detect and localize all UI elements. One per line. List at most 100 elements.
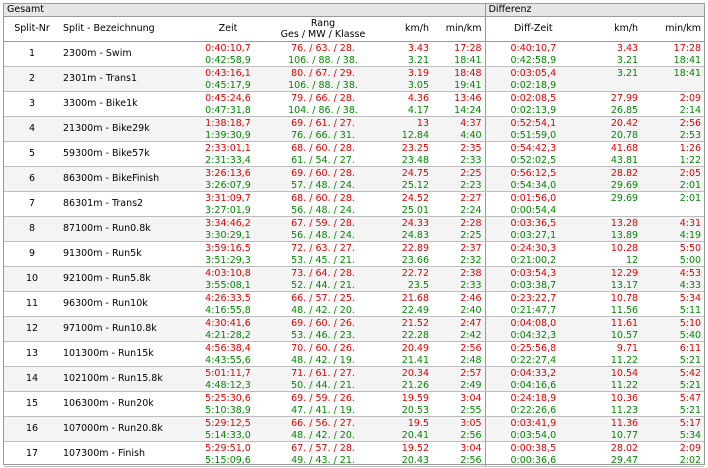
- diff-minkm-cell-second: 1:22: [679, 154, 702, 166]
- rang-cell-second: 76. / 66. / 31.: [291, 129, 355, 141]
- diff-zeit-cell-second: 0:03:27,1: [510, 229, 557, 241]
- diff-kmh-cell-first: 10.28: [610, 243, 639, 254]
- minkm-cell-second: 2:33: [460, 279, 482, 291]
- col-split-nr: Split-Nr: [4, 16, 60, 42]
- diff-minkm-cell: 5:10 5:40: [641, 316, 705, 342]
- rang-cell: 72. / 63. / 27. 53. / 45. / 21.: [264, 241, 382, 267]
- diff-zeit-cell: 0:24:30,3 0:21:00,2: [484, 241, 582, 267]
- diff-minkm-cell-first: 2:56: [679, 118, 702, 129]
- split-name-cell: 107300m - Finish: [60, 441, 192, 467]
- split-nr-cell: 13: [4, 341, 60, 367]
- diff-kmh-cell-second: 26.85: [610, 104, 639, 116]
- rang-cell-second: 104. / 86. / 38.: [288, 104, 358, 116]
- split-nr-cell: 3: [4, 91, 60, 117]
- col-rang-line1: Rang: [310, 17, 336, 29]
- split-nr-cell: 4: [4, 116, 60, 142]
- zeit-cell: 3:26:13,6 3:26:07,9: [192, 166, 264, 192]
- kmh-cell-second: 12.84: [401, 129, 429, 141]
- diff-minkm-cell: 1:26 1:22: [641, 141, 705, 167]
- split-name-cell: 92100m - Run5.8k: [60, 266, 192, 292]
- minkm-cell: 2:37 2:32: [432, 241, 486, 267]
- kmh-cell-first: 24.33: [401, 218, 429, 229]
- diff-kmh-cell-first: 11.36: [610, 418, 639, 429]
- diff-zeit-cell-second: 0:02:13,9: [510, 104, 557, 116]
- minkm-cell-first: 2:35: [460, 143, 482, 154]
- diff-kmh-cell-first: 3.43: [616, 43, 639, 54]
- minkm-cell-first: 13:46: [454, 93, 482, 104]
- rang-cell: 69. / 61. / 27. 76. / 66. / 31.: [264, 116, 382, 142]
- minkm-cell-first: 2:25: [460, 168, 482, 179]
- diff-minkm-cell-first: 2:09: [679, 443, 702, 454]
- kmh-cell-first: 3.43: [407, 43, 429, 54]
- diff-minkm-cell-second: 5:00: [679, 254, 702, 266]
- diff-kmh-cell: 27.99 26.85: [581, 91, 642, 117]
- table-row: 1 2300m - Swim 0:40:10,7 0:42:58,9 76. / 63.…: [4, 41, 705, 67]
- diff-minkm-cell-second: 4:19: [679, 229, 702, 241]
- kmh-cell-second: 21.26: [401, 379, 429, 391]
- minkm-cell: 2:28 2:25: [432, 216, 486, 242]
- diff-minkm-cell-first: 6:11: [679, 343, 702, 354]
- zeit-cell: 4:26:33,5 4:16:55,8: [192, 291, 264, 317]
- zeit-cell-first: 1:38:18,7: [205, 118, 251, 129]
- table-row: 8 87100m - Run0.8k 3:34:46,2 3:30:29,1 67. /…: [4, 216, 705, 242]
- minkm-cell-first: 2:37: [460, 243, 482, 254]
- kmh-cell: 24.52 25.01: [382, 191, 432, 217]
- diff-zeit-cell-first: 0:03:54,3: [510, 268, 557, 279]
- diff-kmh-cell-second: 13.89: [610, 229, 639, 241]
- diff-kmh-cell: 10.36 11.23: [581, 391, 642, 417]
- diff-zeit-cell-second: 0:02:18,9: [510, 79, 557, 91]
- kmh-cell: 24.75 25.12: [382, 166, 432, 192]
- col-split-name: Split - Bezeichnung: [60, 16, 192, 42]
- diff-zeit-cell-second: 0:42:58,9: [510, 54, 557, 66]
- zeit-cell-second: 4:21:28,2: [205, 329, 251, 341]
- zeit-cell-first: 0:40:10,7: [205, 43, 251, 54]
- table-row: 17 107300m - Finish 5:29:51,0 5:15:09,6 67. …: [4, 441, 705, 467]
- kmh-cell: 3.19 3.05: [382, 66, 432, 92]
- kmh-cell-second: 25.01: [401, 204, 429, 216]
- kmh-cell: 13 12.84: [382, 116, 432, 142]
- diff-zeit-cell-second: 0:04:16,6: [510, 379, 557, 391]
- diff-minkm-cell: 2:09 2:02: [641, 441, 705, 467]
- diff-minkm-cell-second: 18:41: [673, 54, 702, 66]
- kmh-cell-second: 4.17: [407, 104, 429, 116]
- diff-kmh-cell-second: 29.47: [610, 454, 639, 466]
- rang-cell-first: 72. / 63. / 27.: [291, 243, 355, 254]
- diff-minkm-cell: 4:53 4:33: [641, 266, 705, 292]
- zeit-cell: 3:31:09,7 3:27:01,9: [192, 191, 264, 217]
- diff-minkm-cell-first: 1:26: [679, 143, 702, 154]
- rang-cell-first: 76. / 63. / 28.: [291, 43, 355, 54]
- rang-cell-second: 52. / 44. / 21.: [291, 279, 355, 291]
- diff-kmh-cell-second: 29.69: [610, 179, 639, 191]
- rang-cell-first: 67. / 57. / 28.: [291, 443, 355, 454]
- col-zeit: Zeit: [192, 16, 264, 42]
- minkm-cell: 18:48 19:41: [432, 66, 486, 92]
- table-row: 6 86300m - BikeFinish 3:26:13,6 3:26:07,9 69…: [4, 166, 705, 192]
- rang-cell: 70. / 60. / 26. 48. / 42. / 19.: [264, 341, 382, 367]
- diff-minkm-cell: 5:17 5:34: [641, 416, 705, 442]
- split-name-cell: 86300m - BikeFinish: [60, 166, 192, 192]
- diff-kmh-cell-first: 41.68: [610, 143, 639, 154]
- rang-cell-first: 67. / 59. / 28.: [291, 218, 355, 229]
- rang-cell: 69. / 60. / 28. 57. / 48. / 24.: [264, 166, 382, 192]
- diff-minkm-cell-first: 5:34: [679, 293, 702, 304]
- diff-kmh-cell: 11.61 10.57: [581, 316, 642, 342]
- table-row: 10 92100m - Run5.8k 4:03:10,8 3:55:08,1 73. …: [4, 266, 705, 292]
- kmh-cell-first: 19.5: [407, 418, 429, 429]
- diff-kmh-cell-first: 9.71: [616, 343, 639, 354]
- rang-cell-first: 69. / 60. / 26.: [291, 318, 355, 329]
- table-row: 7 86301m - Trans2 3:31:09,7 3:27:01,9 68. / …: [4, 191, 705, 217]
- rang-cell: 67. / 59. / 28. 56. / 48. / 24.: [264, 216, 382, 242]
- diff-zeit-cell: 0:24:18,9 0:22:26,6: [484, 391, 582, 417]
- kmh-cell-first: 19.52: [401, 443, 429, 454]
- rang-cell-second: 49. / 43. / 21.: [291, 454, 355, 466]
- split-nr-cell: 12: [4, 316, 60, 342]
- kmh-cell: 22.89 23.66: [382, 241, 432, 267]
- rang-cell-second: 106. / 88. / 38.: [288, 54, 358, 66]
- minkm-cell-first: 2:47: [460, 318, 482, 329]
- diff-zeit-cell: 0:00:38,5 0:00:36,6: [484, 441, 582, 467]
- table-row: 15 106300m - Run20k 5:25:30,6 5:10:38,9 69. …: [4, 391, 705, 417]
- rang-cell-second: 61. / 54. / 27.: [291, 154, 355, 166]
- rang-cell: 80. / 67. / 29. 106. / 88. / 38.: [264, 66, 382, 92]
- diff-zeit-cell: 0:40:10,7 0:42:58,9: [484, 41, 582, 67]
- diff-kmh-cell-first: 10.78: [610, 293, 639, 304]
